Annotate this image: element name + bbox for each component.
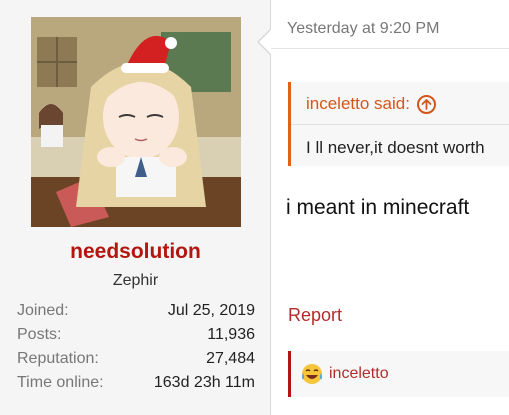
reaction-user[interactable]: inceletto bbox=[329, 365, 389, 383]
stat-value[interactable]: 11,936 bbox=[207, 323, 255, 347]
user-title: Zephir bbox=[112, 272, 159, 289]
post-timestamp[interactable]: Yesterday at 9:20 PM bbox=[287, 20, 439, 38]
post-main: Yesterday at 9:20 PM inceletto said: I l… bbox=[271, 0, 509, 415]
stat-label: Time online: bbox=[17, 374, 104, 391]
avatar-image bbox=[31, 17, 241, 227]
quote-divider bbox=[291, 124, 509, 125]
post-header-divider bbox=[271, 48, 509, 49]
quote-block: inceletto said: I ll never,it doesnt wor… bbox=[288, 82, 509, 166]
quote-attribution[interactable]: inceletto said: bbox=[306, 94, 436, 114]
stat-value: 27,484 bbox=[206, 350, 255, 367]
reactions-bar[interactable]: inceletto bbox=[288, 351, 509, 397]
stat-reputation: Reputation: 27,484 bbox=[17, 347, 255, 371]
crying-laughing-emoji-icon bbox=[302, 364, 322, 384]
stat-posts: Posts: 11,936 bbox=[17, 323, 255, 347]
author-sidebar: needsolution Zephir Joined: Jul 25, 2019… bbox=[0, 0, 271, 415]
post-message: i meant in minecraft bbox=[286, 196, 470, 219]
report-link[interactable]: Report bbox=[288, 305, 342, 326]
user-avatar[interactable] bbox=[31, 17, 241, 227]
stat-label: Posts: bbox=[17, 326, 62, 343]
stat-value: Jul 25, 2019 bbox=[167, 302, 255, 319]
stat-joined: Joined: Jul 25, 2019 bbox=[17, 299, 255, 323]
stat-time-online: Time online: 163d 23h 11m bbox=[17, 371, 255, 395]
stat-label: Joined: bbox=[17, 302, 69, 319]
arrow-up-circle-icon[interactable] bbox=[416, 94, 436, 114]
username[interactable]: needsolution bbox=[0, 240, 271, 264]
quote-author-label[interactable]: inceletto said: bbox=[306, 94, 410, 114]
stat-value: 163d 23h 11m bbox=[153, 374, 255, 391]
stat-label: Reputation: bbox=[17, 350, 99, 367]
user-stats: Joined: Jul 25, 2019 Posts: 11,936 Reput… bbox=[17, 299, 255, 395]
quote-body: I ll never,it doesnt worth bbox=[306, 138, 485, 157]
